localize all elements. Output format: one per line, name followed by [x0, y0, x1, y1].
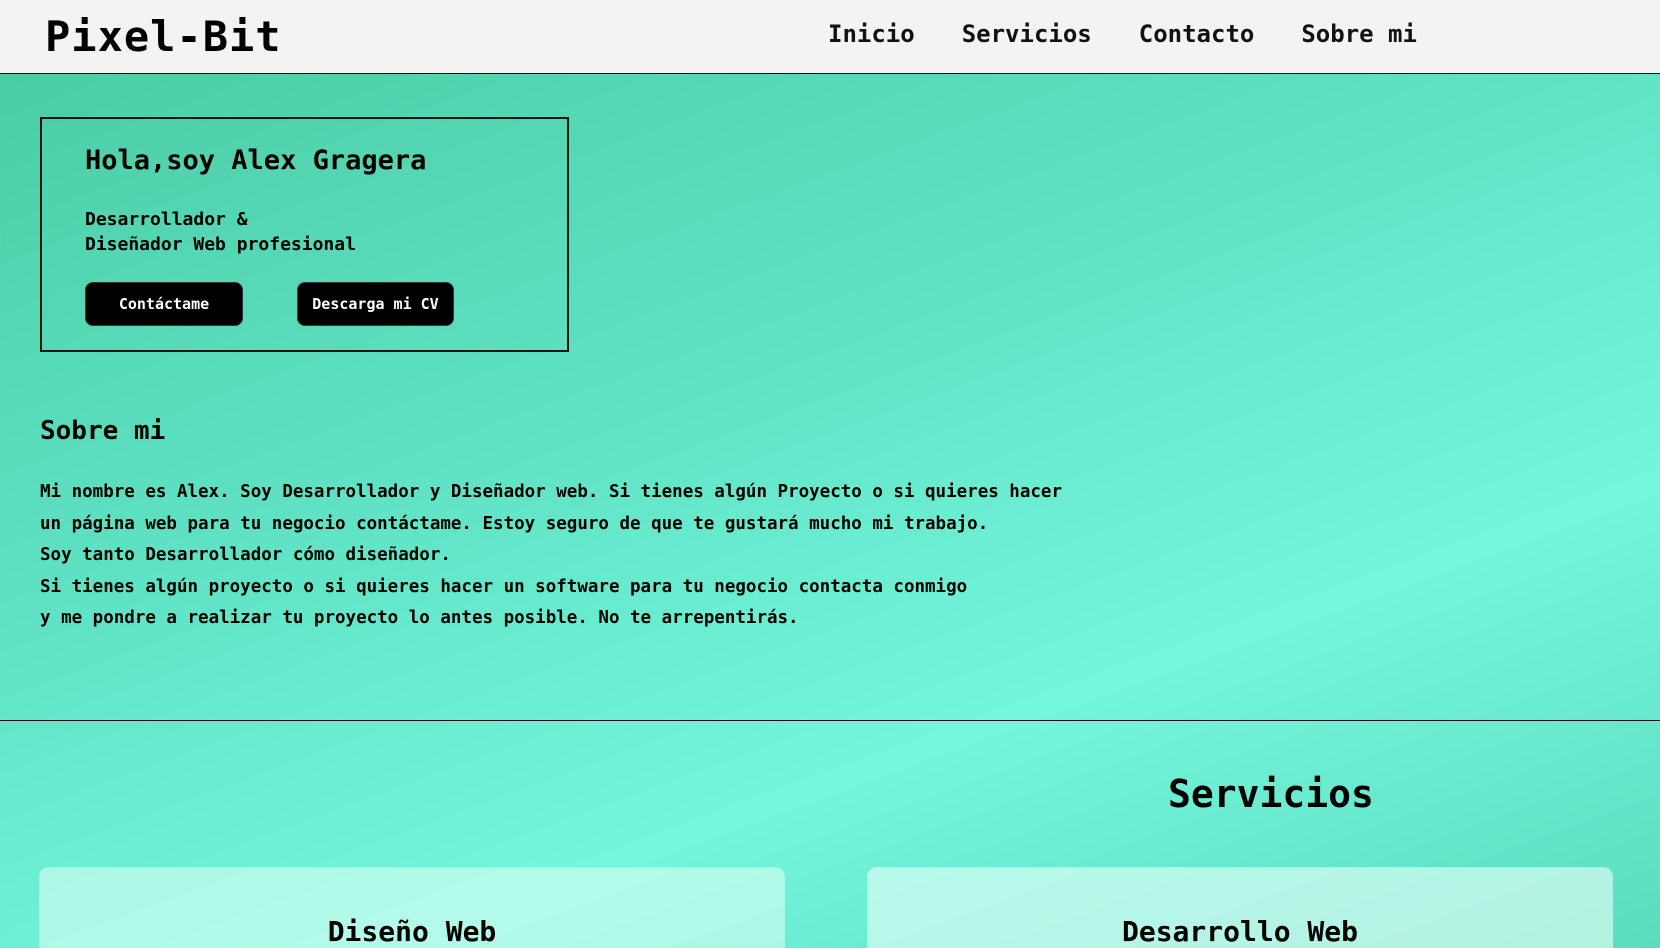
- services-title: Servicios: [1168, 772, 1374, 816]
- navbar: Pixel-Bit Inicio Servicios Contacto Sobr…: [0, 0, 1660, 74]
- site-logo[interactable]: Pixel-Bit: [45, 12, 282, 61]
- section-divider: [0, 720, 1660, 721]
- about-text: Mi nombre es Alex. Soy Desarrollador y D…: [40, 477, 1062, 635]
- nav-link-servicios[interactable]: Servicios: [962, 20, 1092, 48]
- hero-subtitle-line: Diseñador Web profesional: [85, 234, 356, 255]
- about-text-line: Si tienes algún proyecto o si quieres ha…: [40, 576, 968, 597]
- nav-link-contacto[interactable]: Contacto: [1139, 20, 1255, 48]
- nav-link-sobre-mi[interactable]: Sobre mi: [1301, 20, 1417, 48]
- main-nav: Inicio Servicios Contacto Sobre mi: [828, 20, 1464, 48]
- service-card-title: Desarrollo Web: [1121, 915, 1358, 948]
- about-text-line: un página web para tu negocio contáctame…: [40, 513, 989, 534]
- hero-card: Hola,soy Alex Gragera Desarrollador & Di…: [40, 117, 569, 352]
- about-text-line: y me pondre a realizar tu proyecto lo an…: [40, 608, 799, 628]
- service-card-web-design[interactable]: Diseño Web: [39, 867, 785, 948]
- hero-title: Hola,soy Alex Gragera: [85, 145, 427, 176]
- contact-button[interactable]: Contáctame: [85, 282, 243, 326]
- hero-subtitle: Desarrollador & Diseñador Web profesiona…: [85, 207, 356, 257]
- about-title: Sobre mi: [40, 416, 166, 446]
- service-card-web-development[interactable]: Desarrollo Web: [867, 867, 1613, 948]
- download-cv-button[interactable]: Descarga mi CV: [297, 282, 454, 326]
- service-card-title: Diseño Web: [327, 915, 497, 948]
- about-text-line: Soy tanto Desarrollador cómo diseñador.: [40, 545, 451, 565]
- hero-subtitle-line: Desarrollador &: [85, 209, 248, 230]
- nav-link-inicio[interactable]: Inicio: [828, 20, 915, 48]
- about-text-line: Mi nombre es Alex. Soy Desarrollador y D…: [40, 482, 1062, 502]
